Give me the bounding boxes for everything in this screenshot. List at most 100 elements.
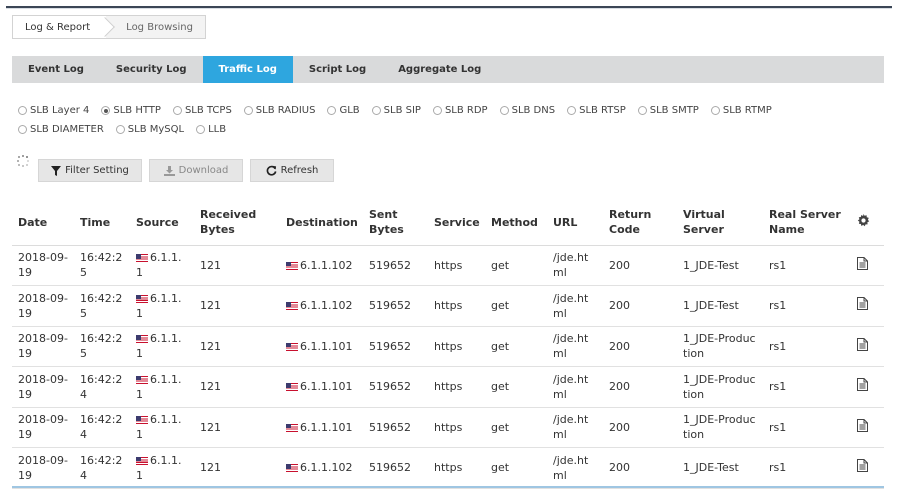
- radio-slb-layer-4[interactable]: SLB Layer 4: [18, 102, 89, 119]
- cell-service: https: [428, 407, 485, 448]
- radio-circle[interactable]: [637, 106, 647, 115]
- cell-value: rs1: [769, 339, 787, 353]
- column-header-service[interactable]: Service: [428, 200, 485, 246]
- cell-value: 200: [609, 299, 630, 313]
- table-row[interactable]: 2018-09-19 16:42:24 6.1.1.1 121 6.1.1.102 519…: [12, 447, 884, 489]
- radio-circle[interactable]: [18, 106, 27, 115]
- cell-url: /jde.html: [547, 245, 603, 286]
- cell-value: 1_JDE-Test: [683, 461, 739, 475]
- cell-received-bytes: 121: [194, 245, 280, 286]
- radio-circle[interactable]: [327, 106, 337, 115]
- radio-slb-radius[interactable]: SLB RADIUS: [243, 102, 315, 119]
- cell-value: 6.1.1.102: [300, 258, 353, 272]
- column-header-method[interactable]: Method: [485, 200, 547, 246]
- table-row[interactable]: 2018-09-19 16:42:24 6.1.1.1 121 6.1.1.101 519…: [12, 366, 884, 408]
- radio-circle[interactable]: [710, 106, 720, 115]
- radio-slb-dns[interactable]: SLB DNS: [499, 102, 555, 119]
- document-icon[interactable]: [857, 297, 868, 311]
- spinner-dot: [18, 163, 21, 166]
- column-header-sent-bytes[interactable]: Sent Bytes: [363, 200, 428, 246]
- radio-circle[interactable]: [18, 125, 27, 134]
- column-header-received-bytes[interactable]: Received Bytes: [194, 200, 280, 246]
- cell-return-code: 200: [603, 285, 677, 327]
- radio-slb-rtsp[interactable]: SLB RTSP: [567, 102, 626, 119]
- radio-label: SLB TCPS: [184, 105, 232, 116]
- cell-value: 6.1.1.101: [300, 420, 353, 434]
- spinner-dot: [25, 163, 28, 166]
- tab-event-log[interactable]: Event Log: [12, 56, 100, 83]
- download-button[interactable]: Download: [149, 159, 243, 182]
- radio-slb-rdp[interactable]: SLB RDP: [432, 102, 488, 119]
- cell-destination: 6.1.1.101: [280, 407, 363, 448]
- radio-slb-sip[interactable]: SLB SIP: [371, 102, 421, 119]
- document-icon[interactable]: [857, 418, 868, 432]
- cell-value: rs1: [769, 461, 787, 475]
- radio-slb-http[interactable]: SLB HTTP: [101, 102, 161, 119]
- cell-return-code: 200: [603, 366, 677, 408]
- document-icon[interactable]: [857, 378, 868, 392]
- cell-value: 200: [609, 258, 630, 272]
- cell-value: 121: [200, 380, 221, 394]
- column-settings[interactable]: [851, 200, 884, 246]
- tab-security-log[interactable]: Security Log: [100, 56, 203, 83]
- column-header-url[interactable]: URL: [547, 200, 603, 246]
- radio-circle[interactable]: [499, 106, 509, 115]
- radio-llb[interactable]: LLB: [196, 121, 226, 138]
- cell-time: 16:42:25: [74, 245, 130, 286]
- table-row[interactable]: 2018-09-19 16:42:25 6.1.1.1 121 6.1.1.101 519…: [12, 326, 884, 367]
- radio-circle[interactable]: [567, 106, 577, 115]
- column-header-real-server-name[interactable]: Real Server Name: [763, 200, 851, 246]
- radio-slb-tcps[interactable]: SLB TCPS: [172, 102, 232, 119]
- radio-slb-diameter[interactable]: SLB DIAMETER: [18, 121, 104, 138]
- radio-glb[interactable]: GLB: [327, 102, 360, 119]
- gear-icon[interactable]: [857, 213, 870, 227]
- column-header-source[interactable]: Source: [130, 200, 194, 246]
- radio-slb-rtmp[interactable]: SLB RTMP: [710, 102, 772, 119]
- radio-circle[interactable]: [172, 106, 182, 115]
- column-header-virtual-server[interactable]: Virtual Server: [677, 200, 763, 246]
- cell-value: 519652: [369, 380, 411, 394]
- column-header-return-code[interactable]: Return Code: [603, 200, 677, 246]
- cell-value: 6.1.1.102: [300, 461, 353, 475]
- table-row[interactable]: 2018-09-19 16:42:25 6.1.1.1 121 6.1.1.102 519…: [12, 245, 884, 286]
- breadcrumb-log-browsing: Log Browsing: [106, 16, 205, 38]
- cell-virtual-server: 1_JDE-Test: [677, 245, 763, 286]
- cell-service: https: [428, 366, 485, 408]
- us-flag-icon: [286, 464, 298, 473]
- table-row[interactable]: 2018-09-19 16:42:24 6.1.1.1 121 6.1.1.101 519…: [12, 407, 884, 448]
- cell-date: 2018-09-19: [12, 326, 74, 367]
- cell-value: 16:42:24: [80, 372, 123, 401]
- radio-label: SLB DIAMETER: [30, 124, 104, 135]
- us-flag-icon: [286, 261, 298, 270]
- cell-real-server-name: rs1: [763, 366, 851, 408]
- radio-circle[interactable]: [115, 125, 125, 134]
- tab-traffic-log[interactable]: Traffic Log: [202, 56, 293, 83]
- table-row[interactable]: 2018-09-19 16:42:25 6.1.1.1 121 6.1.1.102 519…: [12, 285, 884, 327]
- cell-date: 2018-09-19: [12, 285, 74, 327]
- tab-aggregate-log[interactable]: Aggregate Log: [382, 56, 497, 83]
- document-icon[interactable]: [857, 459, 868, 473]
- radio-slb-mysql[interactable]: SLB MySQL: [115, 121, 184, 138]
- radio-label: SLB RTSP: [579, 105, 626, 116]
- cell-value: /jde.html: [553, 251, 589, 280]
- tab-script-log[interactable]: Script Log: [293, 56, 382, 83]
- document-icon[interactable]: [857, 256, 868, 270]
- cell-value: 16:42:25: [80, 251, 123, 280]
- radio-slb-smtp[interactable]: SLB SMTP: [637, 102, 699, 119]
- radio-circle[interactable]: [196, 125, 206, 134]
- spinner-dot: [27, 160, 29, 162]
- radio-circle[interactable]: [432, 106, 442, 115]
- column-header-date[interactable]: Date: [12, 200, 74, 246]
- document-icon[interactable]: [857, 337, 868, 351]
- refresh-button[interactable]: Refresh: [250, 159, 334, 182]
- radio-circle[interactable]: [243, 106, 253, 115]
- column-header-time[interactable]: Time: [74, 200, 130, 246]
- us-flag-icon: [286, 383, 298, 392]
- column-header-destination[interactable]: Destination: [280, 200, 363, 246]
- filter-setting-button[interactable]: Filter Setting: [38, 159, 142, 182]
- cell-date: 2018-09-19: [12, 447, 74, 489]
- radio-circle[interactable]: [371, 106, 381, 115]
- breadcrumb-log-report[interactable]: Log & Report: [13, 16, 106, 38]
- radio-circle[interactable]: [101, 106, 111, 115]
- cell-source: 6.1.1.1: [130, 326, 194, 367]
